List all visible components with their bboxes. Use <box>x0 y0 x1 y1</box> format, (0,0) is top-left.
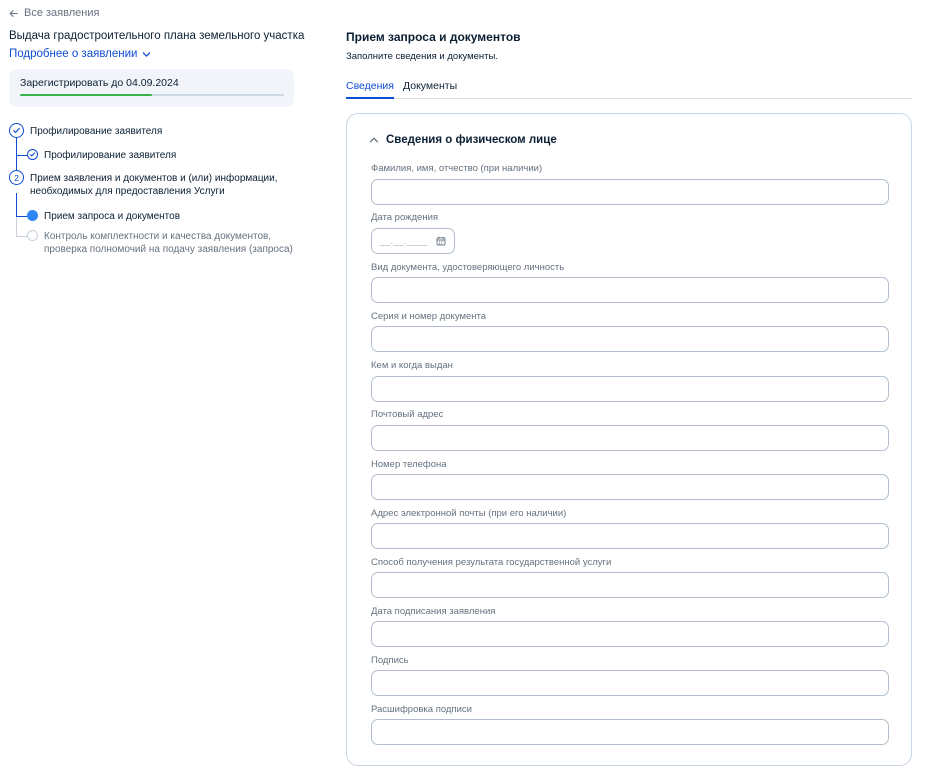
tabs: Сведения Документы <box>346 80 912 99</box>
deadline-card: Зарегистрировать до 04.09.2024 <box>9 69 294 107</box>
document-series-number-input[interactable] <box>371 326 889 352</box>
step-2-sub-1-label: Прием запроса и документов <box>44 211 181 222</box>
page-subtitle: Заполните сведения и документы. <box>346 51 498 62</box>
deadline-progress-track <box>20 94 284 96</box>
service-title: Выдача градостроительного плана земельно… <box>9 30 305 42</box>
step-2-sub-2-label-line-2: проверка полномочий на подачу заявления … <box>44 244 293 255</box>
section-title: Сведения о физическом лице <box>386 134 557 146</box>
signature-label: Подпись <box>371 655 409 666</box>
step-2-label-line-2: необходимых для предоставления Услуги <box>30 186 225 197</box>
check-icon <box>13 127 20 134</box>
birth-date-input[interactable]: __.__.____ <box>371 228 455 254</box>
steps-tracker: Профилирование заявителя Профилирование … <box>0 118 300 268</box>
signature-input[interactable] <box>371 670 889 696</box>
result-method-label: Способ получения результата государствен… <box>371 557 612 568</box>
deadline-progress-fill <box>20 94 152 96</box>
form-card: Сведения о физическом лице Фамилия, имя,… <box>346 113 912 766</box>
document-series-number-label: Серия и номер документа <box>371 311 487 322</box>
step-2-number-marker: 2 <box>9 170 24 185</box>
tab-documents[interactable]: Документы <box>403 80 457 99</box>
step-connector <box>16 217 17 236</box>
phone-input[interactable] <box>371 474 889 500</box>
back-link-label: Все заявления <box>24 7 100 19</box>
step-1-done-marker <box>9 123 24 138</box>
check-icon <box>29 152 36 157</box>
chevron-down-icon <box>143 51 151 57</box>
issued-by-input[interactable] <box>371 376 889 402</box>
step-1-label: Профилирование заявителя <box>30 126 163 137</box>
email-input[interactable] <box>371 523 889 549</box>
signing-date-input[interactable] <box>371 621 889 647</box>
step-connector <box>16 193 17 217</box>
step-2-label: Прием заявления и документов и (или) инф… <box>30 172 278 198</box>
postal-address-label: Почтовый адрес <box>371 409 444 420</box>
calendar-icon[interactable] <box>436 236 446 246</box>
birth-date-label: Дата рождения <box>371 212 439 223</box>
signing-date-label: Дата подписания заявления <box>371 606 496 617</box>
section-toggle[interactable]: Сведения о физическом лице <box>369 134 557 146</box>
signature-transcript-label: Расшифровка подписи <box>371 704 472 715</box>
birth-date-placeholder: __.__.____ <box>380 236 428 246</box>
id-document-type-input[interactable] <box>371 277 889 303</box>
tab-info[interactable]: Сведения <box>346 80 394 99</box>
more-about-application-link[interactable]: Подробнее о заявлении <box>9 48 151 60</box>
chevron-up-icon <box>369 137 379 143</box>
full-name-label: Фамилия, имя, отчество (при наличии) <box>371 163 543 174</box>
step-2-sub-2-pending-marker <box>27 230 38 241</box>
step-2-sub-2-label-line-1: Контроль комплектности и качества докуме… <box>44 231 272 242</box>
more-link-label: Подробнее о заявлении <box>9 48 138 60</box>
step-2-sub-1-current-marker <box>27 210 38 221</box>
arrow-left-icon <box>9 9 18 17</box>
result-method-input[interactable] <box>371 572 889 598</box>
issued-by-label: Кем и когда выдан <box>371 360 453 371</box>
back-link[interactable]: Все заявления <box>9 7 99 19</box>
id-document-type-label: Вид документа, удостоверяющего личность <box>371 262 565 273</box>
step-2-label-line-1: Прием заявления и документов и (или) инф… <box>30 173 278 184</box>
phone-label: Номер телефона <box>371 459 447 470</box>
email-label: Адрес электронной почты (при его наличии… <box>371 508 567 519</box>
step-1-sub-1-label: Профилирование заявителя <box>44 150 177 161</box>
full-name-input[interactable] <box>371 179 889 205</box>
page-title: Прием запроса и документов <box>346 30 521 44</box>
deadline-text: Зарегистрировать до 04.09.2024 <box>20 77 179 89</box>
signature-transcript-input[interactable] <box>371 719 889 745</box>
step-2-sub-2-label: Контроль комплектности и качества докуме… <box>44 230 293 256</box>
postal-address-input[interactable] <box>371 425 889 451</box>
step-1-sub-1-done-marker <box>27 149 38 160</box>
